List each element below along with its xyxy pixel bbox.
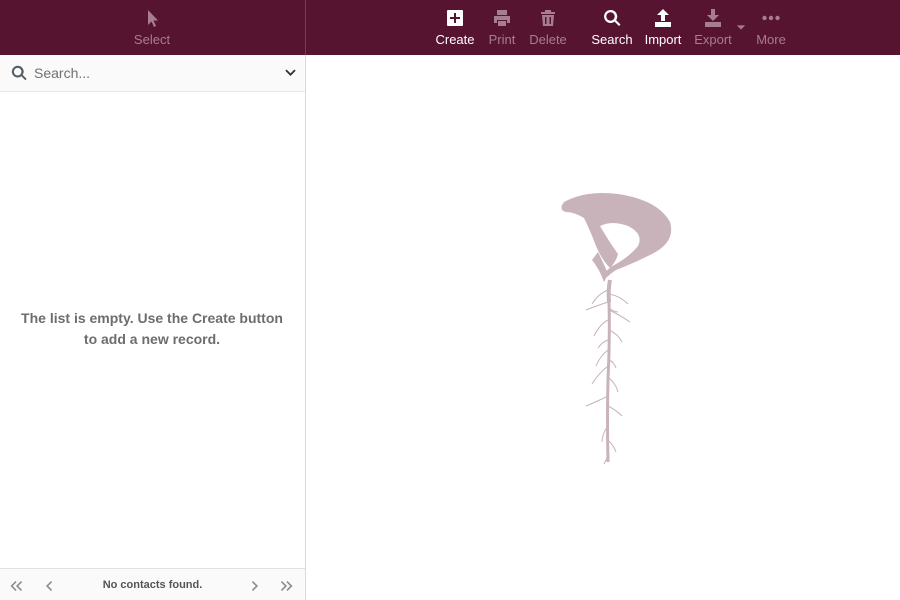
delete-label: Delete bbox=[529, 32, 567, 47]
select-button[interactable]: Select bbox=[132, 0, 172, 55]
list-search-bar bbox=[0, 55, 305, 92]
more-label: More bbox=[756, 32, 786, 47]
delete-button[interactable]: Delete bbox=[526, 0, 570, 55]
plus-square-icon bbox=[447, 10, 463, 26]
export-dropdown-button[interactable] bbox=[735, 0, 747, 55]
print-button[interactable]: Print bbox=[482, 0, 522, 55]
next-page-icon[interactable] bbox=[248, 579, 262, 593]
download-icon bbox=[705, 9, 721, 27]
export-label: Export bbox=[694, 32, 732, 47]
record-detail-area bbox=[306, 55, 900, 600]
cursor-icon bbox=[148, 10, 158, 27]
contact-list-panel: The list is empty. Use the Create button… bbox=[0, 55, 306, 600]
toolbar-divider bbox=[305, 0, 306, 55]
select-label: Select bbox=[133, 32, 171, 47]
ellipsis-icon bbox=[762, 15, 780, 21]
upload-icon bbox=[655, 9, 671, 27]
search-label: Search bbox=[591, 32, 633, 47]
more-button[interactable]: More bbox=[752, 0, 790, 55]
chevron-down-icon[interactable] bbox=[284, 67, 297, 80]
import-label: Import bbox=[644, 32, 682, 47]
create-button[interactable]: Create bbox=[432, 0, 478, 55]
search-icon bbox=[11, 65, 27, 81]
first-page-icon[interactable] bbox=[9, 579, 23, 593]
search-input[interactable] bbox=[34, 62, 274, 84]
main-toolbar: Select Create Print Delete Search Import… bbox=[0, 0, 900, 55]
trash-icon bbox=[541, 10, 555, 26]
previous-page-icon[interactable] bbox=[42, 579, 56, 593]
print-icon bbox=[494, 10, 510, 26]
import-button[interactable]: Import bbox=[641, 0, 685, 55]
caret-down-icon bbox=[736, 25, 746, 30]
empty-list-message: The list is empty. Use the Create button… bbox=[21, 310, 283, 347]
pager-status: No contacts found. bbox=[102, 579, 203, 591]
list-pager: No contacts found. bbox=[0, 568, 305, 600]
last-page-icon[interactable] bbox=[280, 579, 294, 593]
export-button[interactable]: Export bbox=[692, 0, 734, 55]
app-logo bbox=[561, 193, 672, 465]
search-icon bbox=[604, 9, 621, 27]
create-label: Create bbox=[435, 32, 475, 47]
print-label: Print bbox=[488, 32, 516, 47]
search-button[interactable]: Search bbox=[589, 0, 635, 55]
